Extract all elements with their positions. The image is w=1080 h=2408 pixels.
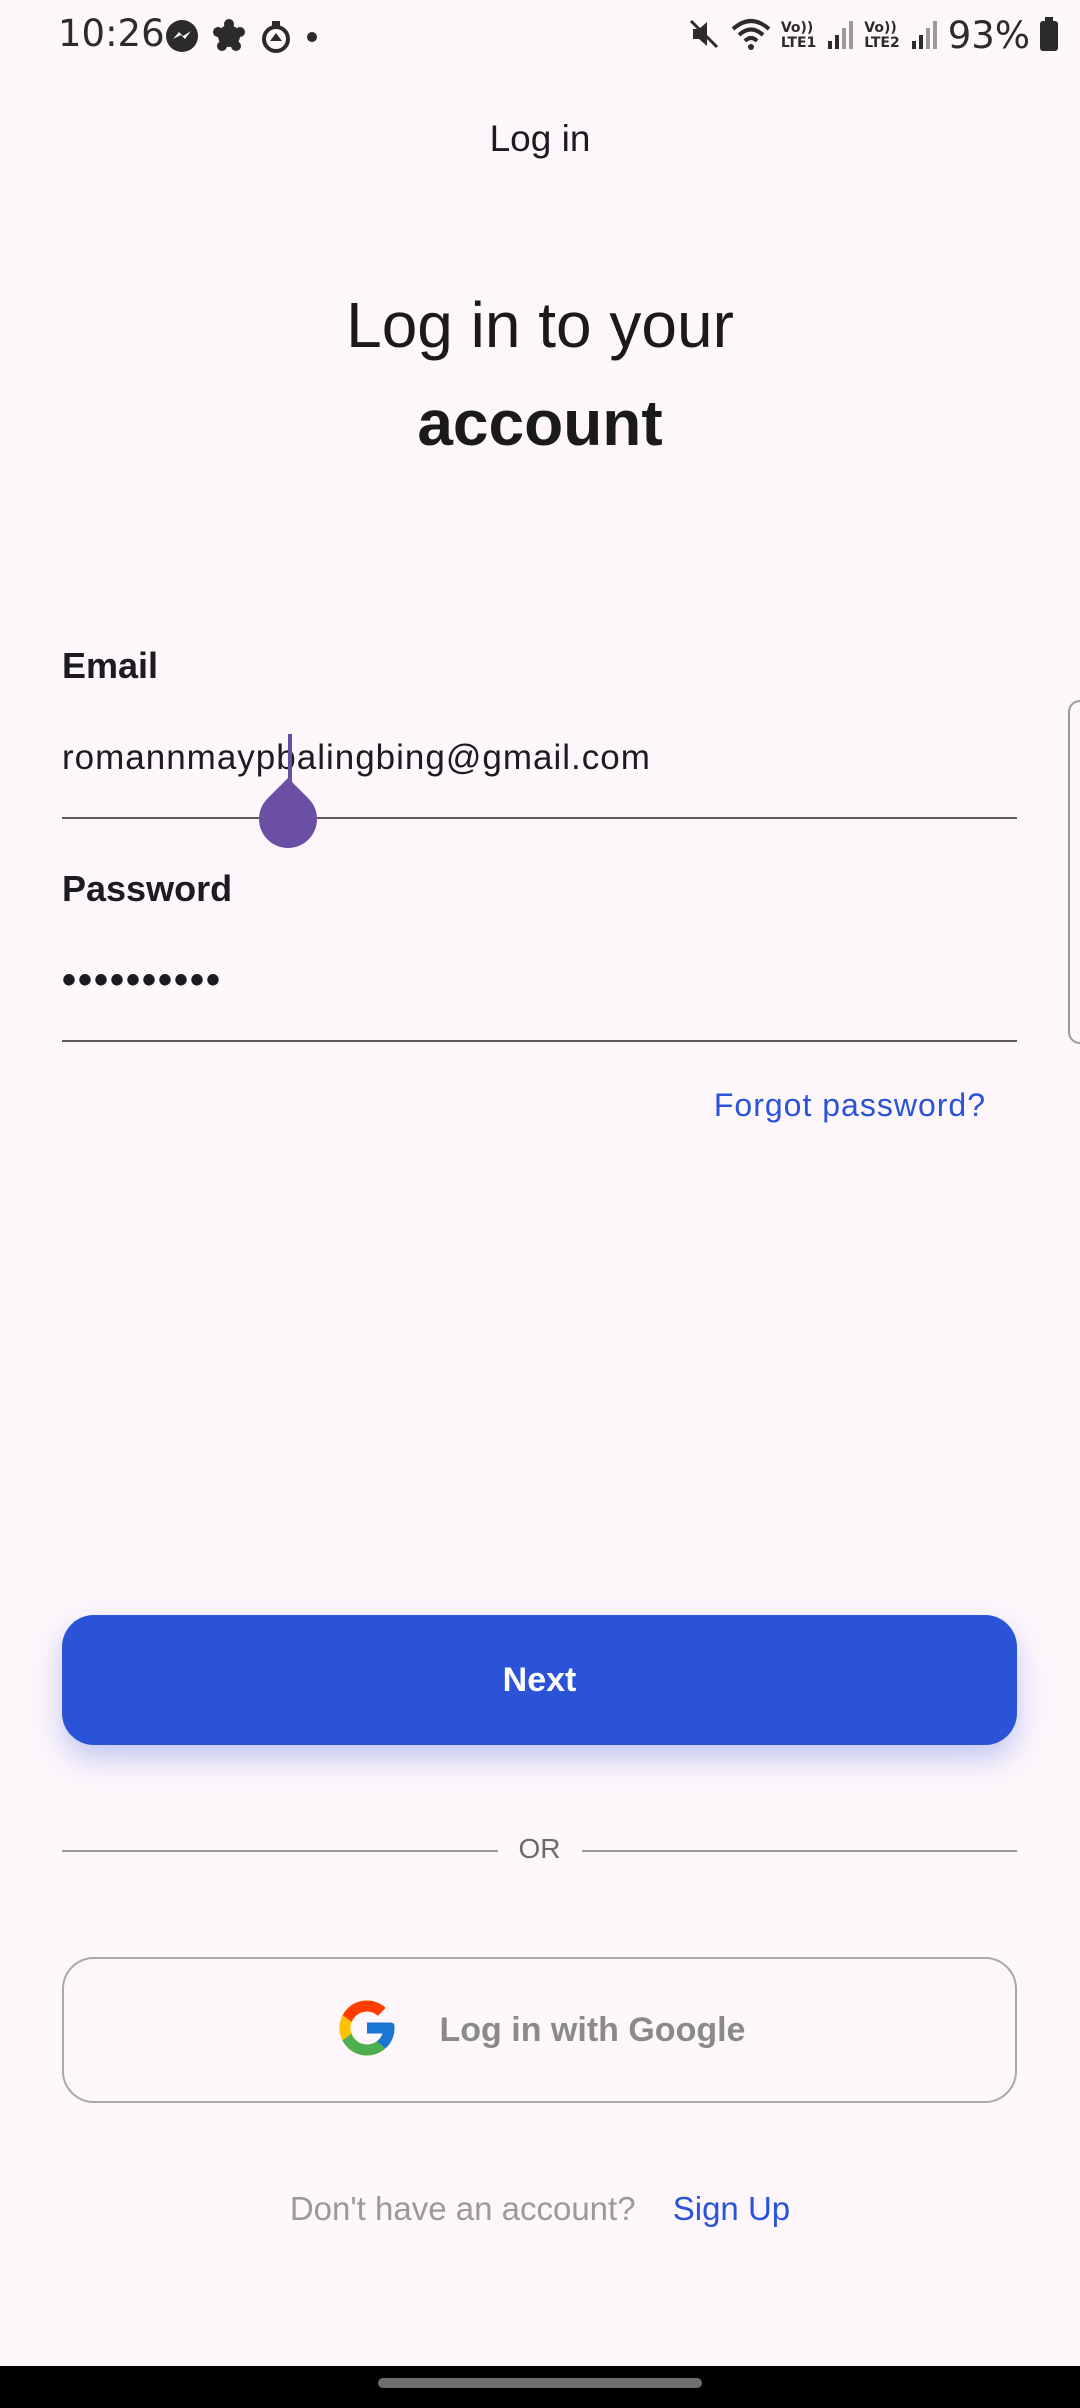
cursor-handle[interactable] — [246, 777, 330, 861]
volte-lte1-icon: Vo)) LTE1 — [780, 19, 817, 51]
battery-icon — [1040, 16, 1058, 51]
signal-icon — [826, 19, 854, 53]
system-icons: Vo)) LTE1 Vo)) LTE2 93% — [687, 14, 1058, 57]
signup-row: Don't have an account? Sign Up — [0, 2190, 1080, 2228]
navigation-bar — [0, 2366, 1080, 2408]
status-bar: 10:26 Vo)) LTE1 Vo)) LTE2 93% — [0, 0, 1080, 72]
email-label: Email — [62, 645, 159, 686]
home-gesture-handle[interactable] — [378, 2378, 702, 2388]
app-bar-title: Log in — [489, 118, 591, 159]
password-field[interactable]: •••••••••• — [62, 958, 222, 1003]
password-underline — [62, 1040, 1017, 1042]
notification-icons — [165, 18, 319, 58]
mute-icon — [687, 17, 721, 55]
wifi-icon — [731, 17, 771, 55]
battery-percent: 93% — [947, 14, 1030, 57]
or-label: OR — [518, 1833, 561, 1864]
email-underline — [62, 817, 1017, 819]
volte-lte2-icon: Vo)) LTE2 — [864, 19, 900, 51]
google-login-button[interactable]: Log in with Google — [62, 1957, 1017, 2103]
divider-right — [582, 1850, 1017, 1852]
or-divider: OR — [62, 1829, 1017, 1873]
edge-panel-handle[interactable] — [1068, 700, 1080, 1044]
sign-up-link[interactable]: Sign Up — [673, 2190, 790, 2227]
google-logo-icon — [334, 1995, 400, 2066]
page-title: Log in to your account — [0, 276, 1080, 472]
page-title-line1: Log in to your — [346, 289, 734, 361]
forgot-password-link[interactable]: Forgot password? — [714, 1087, 986, 1124]
password-label: Password — [62, 868, 233, 909]
signup-question: Don't have an account? — [289, 2190, 636, 2227]
google-login-label: Log in with Google — [439, 2010, 746, 2049]
email-field[interactable]: romannmaypbalingbing@gmail.com — [62, 738, 651, 778]
messenger-icon — [165, 19, 199, 57]
signal-icon — [910, 19, 938, 53]
flask-icon — [259, 19, 293, 57]
dot-icon — [305, 29, 319, 48]
settings-gear-icon — [211, 18, 247, 58]
status-time: 10:26 — [58, 12, 165, 55]
page-title-line2: account — [417, 387, 663, 459]
next-button[interactable]: Next — [62, 1615, 1017, 1745]
